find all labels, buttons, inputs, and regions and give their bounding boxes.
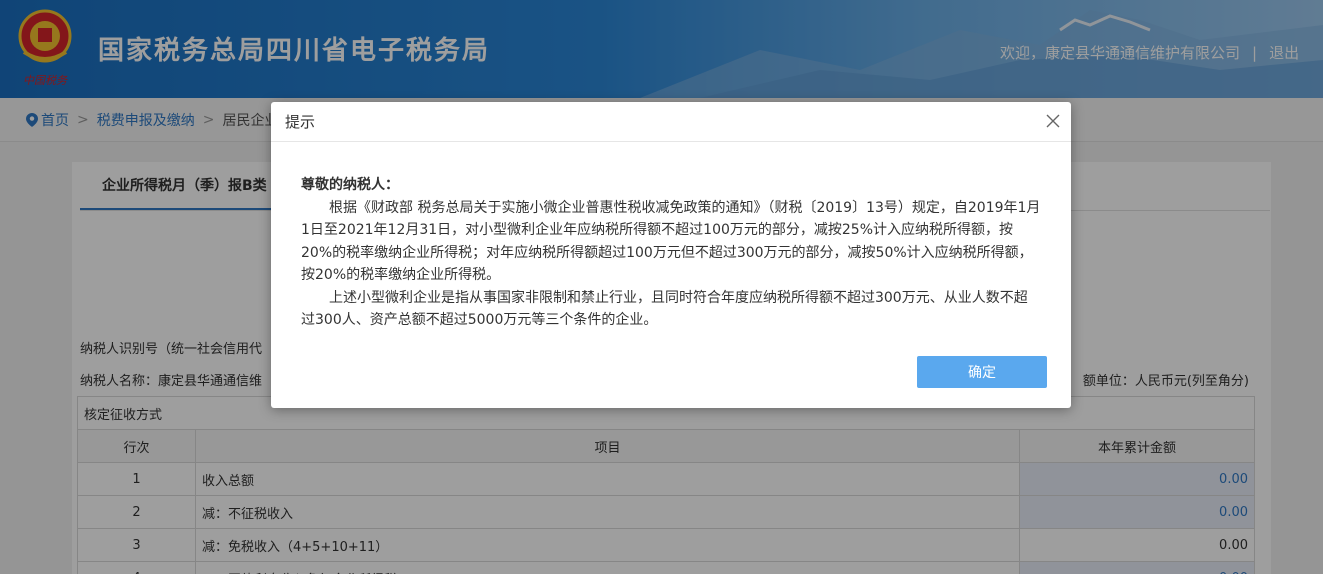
dialog-title: 提示: [285, 113, 316, 131]
close-icon[interactable]: [1045, 113, 1061, 129]
dialog-header: 提示: [271, 102, 1071, 142]
confirm-button[interactable]: 确定: [917, 356, 1047, 388]
notice-paragraph-2: 上述小型微利企业是指从事国家非限制和禁止行业，且同时符合年度应纳税所得额不超过3…: [301, 289, 1028, 329]
notice-dialog: 提示 尊敬的纳税人： 根据《财政部 税务总局关于实施小微企业普惠性税收减免政策的…: [271, 102, 1071, 408]
greeting: 尊敬的纳税人：: [301, 177, 399, 193]
notice-paragraph-1: 根据《财政部 税务总局关于实施小微企业普惠性税收减免政策的通知》（财税〔2019…: [301, 199, 1041, 284]
dialog-body: 尊敬的纳税人： 根据《财政部 税务总局关于实施小微企业普惠性税收减免政策的通知》…: [271, 142, 1071, 332]
